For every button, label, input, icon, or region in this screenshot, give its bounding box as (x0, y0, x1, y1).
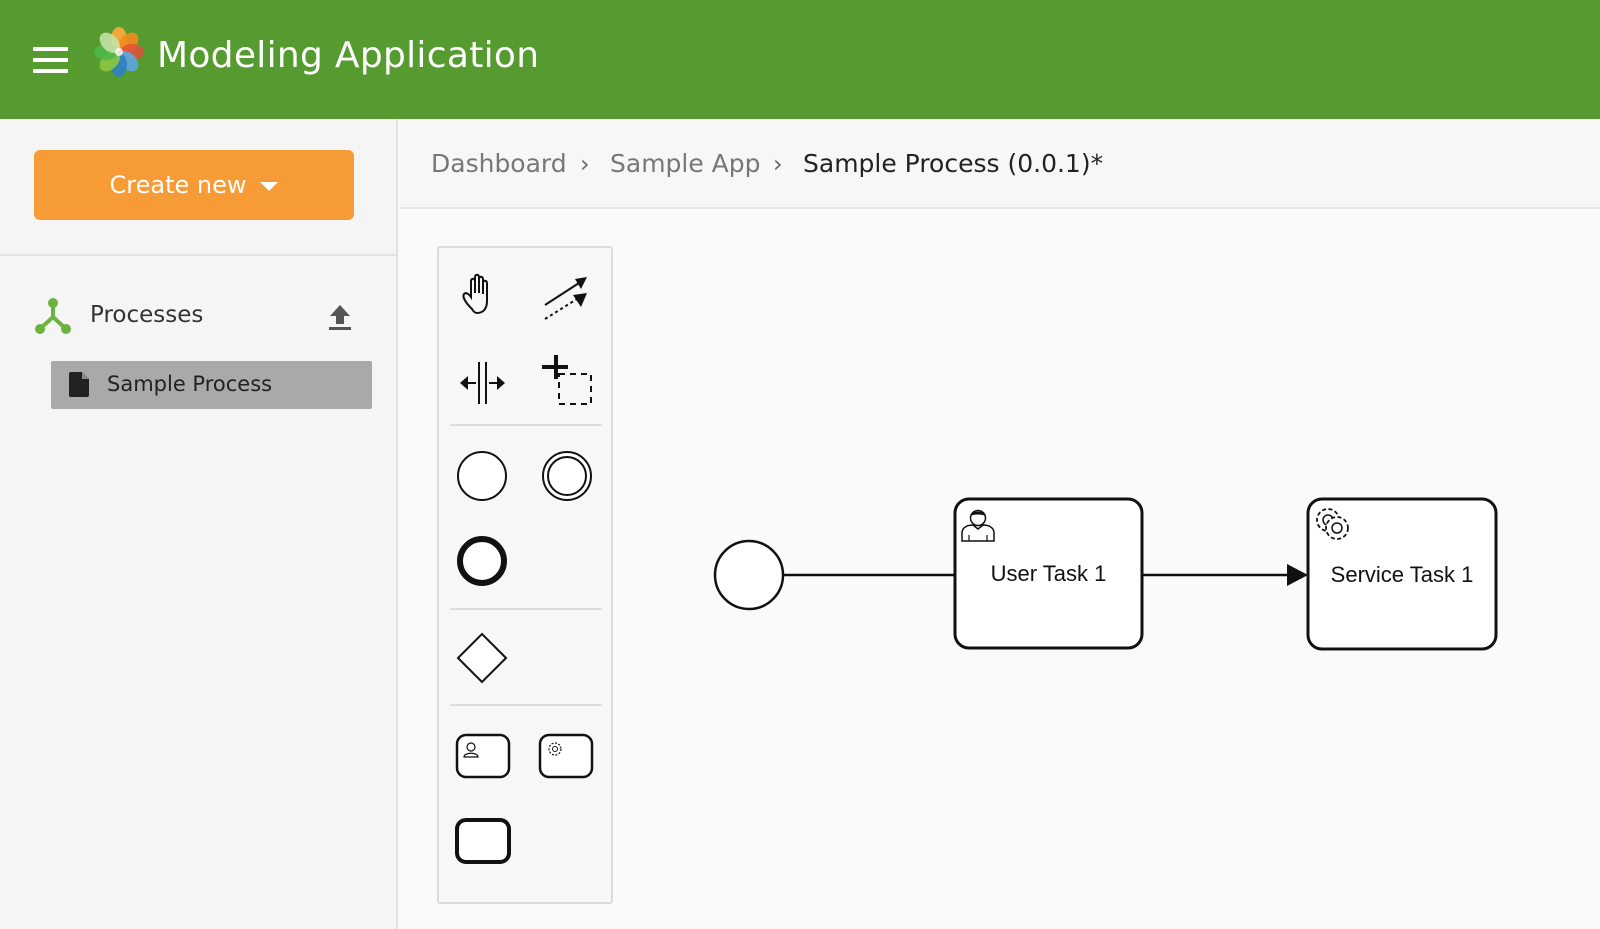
create-new-button[interactable]: Create new (34, 150, 354, 220)
processes-label: Processes (90, 302, 204, 328)
hand-tool-icon[interactable] (452, 267, 512, 327)
user-task[interactable] (953, 497, 1144, 650)
start-event-icon[interactable] (452, 446, 512, 506)
tool-palette (437, 246, 613, 904)
intermediate-event-icon[interactable] (537, 446, 597, 506)
processes-section[interactable]: Processes (34, 297, 364, 339)
breadcrumb-sample-app[interactable]: Sample App (610, 149, 761, 178)
sidebar: Create new Processes Sample Process (0, 119, 398, 929)
palette-divider (450, 704, 602, 706)
breadcrumb-current: Sample Process (0.0.1)* (803, 149, 1104, 178)
processes-icon (35, 298, 71, 334)
sidebar-item-sample-process[interactable]: Sample Process (51, 361, 372, 409)
chevron-right-icon: › (773, 150, 783, 178)
exclusive-gateway-icon[interactable] (452, 628, 512, 688)
app-header: Modeling Application (0, 0, 1600, 119)
sidebar-divider (0, 254, 398, 256)
alfresco-logo-icon (94, 27, 144, 77)
task-icon[interactable] (452, 811, 512, 871)
service-task-icon[interactable] (537, 725, 597, 785)
caret-down-icon (260, 182, 279, 191)
start-event[interactable] (713, 539, 785, 611)
user-task-icon[interactable] (452, 725, 512, 785)
breadcrumb: Dashboard › Sample App › Sample Process … (400, 119, 1600, 209)
lasso-tool-icon[interactable] (537, 352, 597, 412)
document-icon (69, 372, 89, 397)
app-title: Modeling Application (157, 35, 540, 76)
end-event-icon[interactable] (452, 531, 512, 591)
service-task[interactable] (1306, 497, 1498, 651)
chevron-right-icon: › (580, 150, 590, 178)
global-connect-tool-icon[interactable] (537, 267, 597, 327)
breadcrumb-dashboard[interactable]: Dashboard (431, 149, 567, 178)
upload-icon[interactable] (328, 303, 352, 331)
sidebar-item-label: Sample Process (107, 372, 273, 396)
palette-divider (450, 424, 602, 426)
hamburger-menu-icon[interactable] (33, 47, 68, 73)
create-new-label: Create new (109, 171, 247, 199)
palette-divider (450, 608, 602, 610)
space-tool-icon[interactable] (452, 352, 512, 412)
